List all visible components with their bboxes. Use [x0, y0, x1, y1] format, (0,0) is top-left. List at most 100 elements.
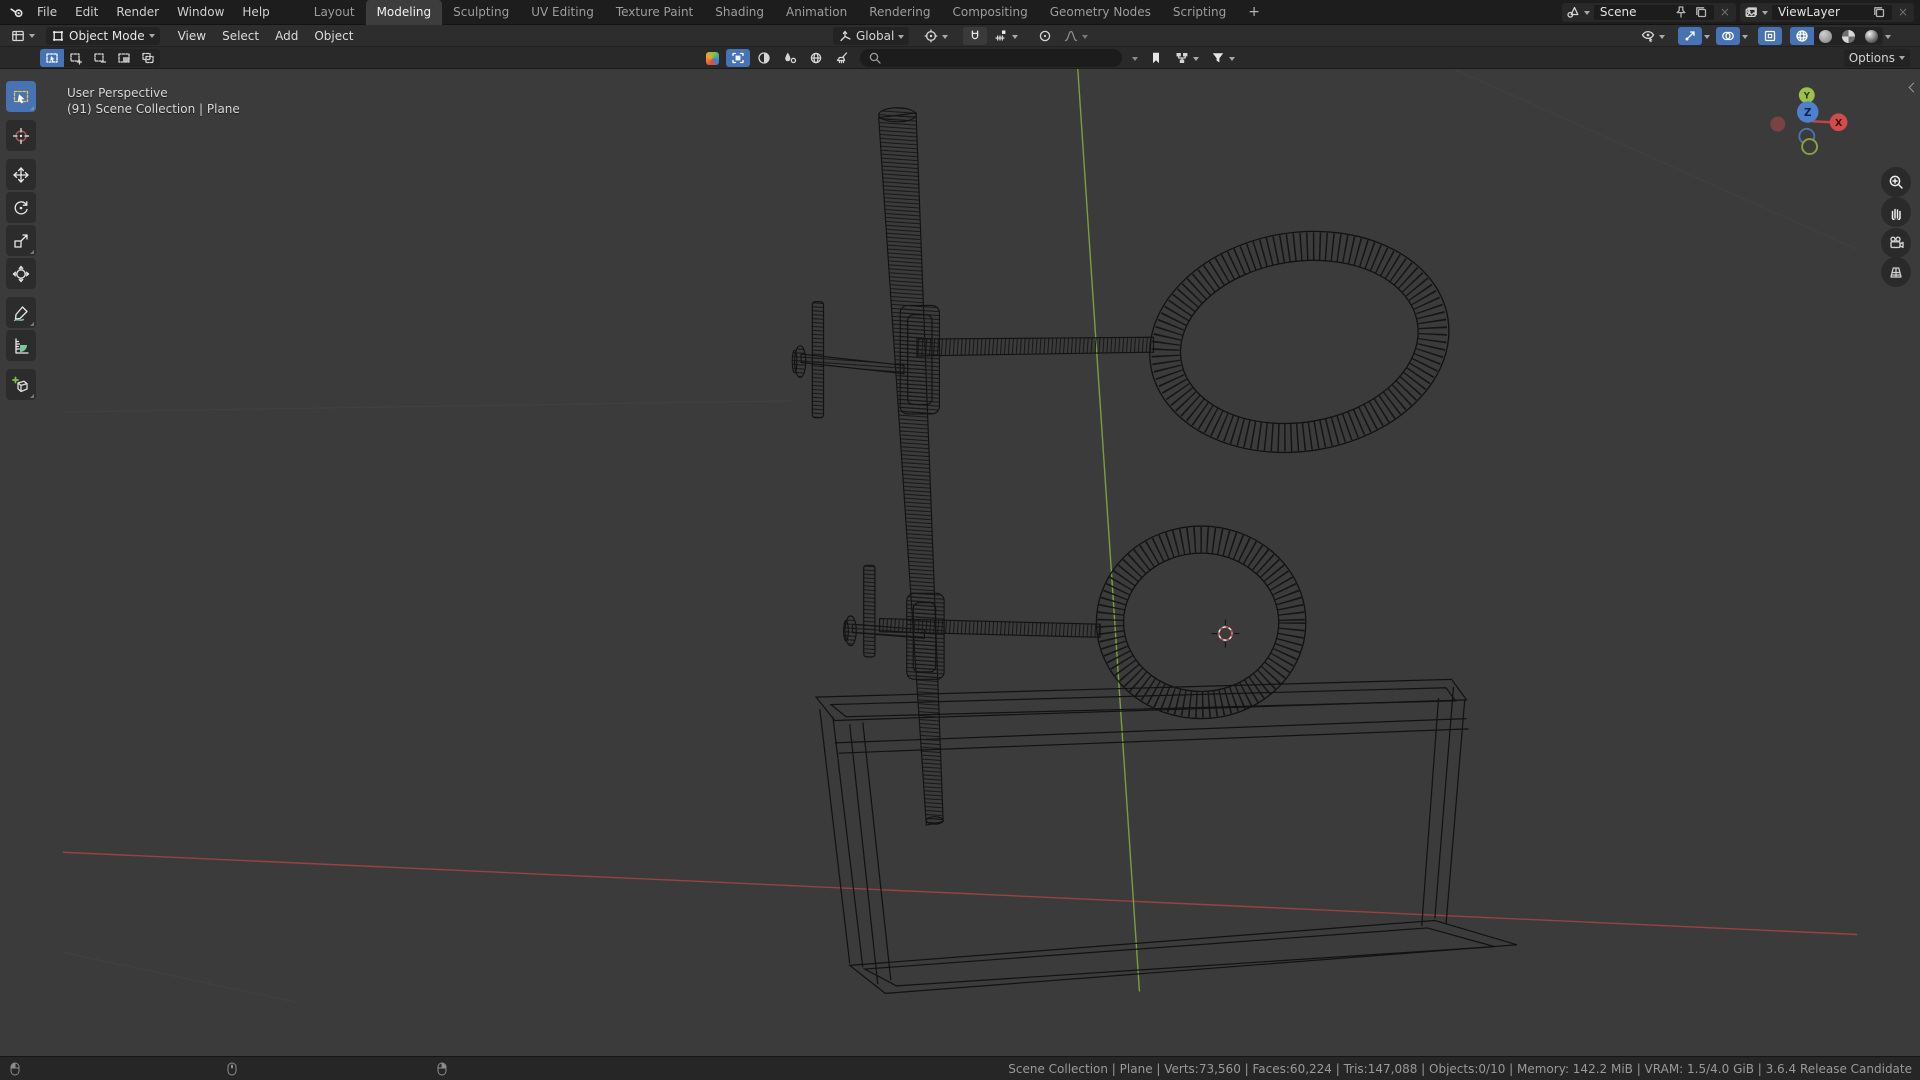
menu-select[interactable]: Select	[214, 27, 267, 45]
select-mode-intersect-button[interactable]	[136, 48, 160, 67]
bookmark-button[interactable]	[1144, 49, 1168, 67]
blender-logo-icon[interactable]	[6, 3, 28, 21]
tab-shading[interactable]: Shading	[704, 0, 775, 25]
proportional-editing-toggle[interactable]	[1033, 27, 1057, 45]
select-mode-set-button[interactable]	[40, 48, 64, 67]
tab-sculpting[interactable]: Sculpting	[442, 0, 520, 25]
menu-add[interactable]: Add	[267, 27, 306, 45]
options-label: Options	[1848, 50, 1895, 65]
menu-window[interactable]: Window	[168, 3, 233, 21]
move-icon	[12, 166, 30, 184]
options-dropdown[interactable]: Options	[1843, 48, 1910, 67]
tool-scale[interactable]	[6, 225, 36, 256]
filter-world-button[interactable]	[804, 49, 828, 67]
new-copy-icon[interactable]	[1694, 5, 1708, 19]
pivot-point-dropdown[interactable]	[919, 27, 953, 45]
filter-icosphere-button[interactable]	[701, 49, 724, 67]
toggle-perspective-button[interactable]	[1881, 257, 1911, 287]
navigation-gizmo[interactable]: Y Z X	[1770, 87, 1848, 155]
xray-toggle[interactable]	[1758, 27, 1782, 45]
tab-compositing[interactable]: Compositing	[941, 0, 1038, 25]
measure-icon	[12, 337, 30, 355]
shading-dropdown-icon[interactable]	[1885, 34, 1891, 42]
subtool-corner	[30, 106, 34, 110]
add-workspace-button[interactable]: +	[1237, 0, 1271, 25]
show-gizmo-toggle[interactable]	[1678, 27, 1702, 45]
scene-name: Scene	[1599, 5, 1637, 19]
new-copy-icon[interactable]	[1872, 5, 1886, 19]
proportional-falloff-dropdown[interactable]	[1059, 27, 1093, 45]
menu-render[interactable]: Render	[107, 3, 168, 21]
view-layer-selector[interactable]: ViewLayer ×	[1739, 2, 1914, 22]
select-mode-extend-button[interactable]	[64, 48, 88, 67]
tab-uv-editing[interactable]: UV Editing	[520, 0, 605, 25]
tab-scripting[interactable]: Scripting	[1162, 0, 1237, 25]
overlays-dropdown-icon[interactable]	[1742, 34, 1748, 42]
subtool-corner	[30, 394, 34, 398]
gizmo-axis-x-neg[interactable]	[1770, 116, 1786, 132]
display-mode-dropdown[interactable]	[1170, 49, 1204, 67]
large-ring	[1149, 230, 1450, 454]
camera-view-button[interactable]	[1881, 228, 1911, 258]
menu-file[interactable]: File	[28, 3, 66, 21]
snap-settings-dropdown[interactable]	[989, 27, 1023, 45]
chevron-down-icon	[1659, 34, 1665, 42]
zoom-button[interactable]	[1881, 167, 1911, 197]
gizmo-axis-y-neg[interactable]	[1801, 138, 1819, 155]
show-overlays-toggle[interactable]	[1716, 27, 1740, 45]
shading-solid-button[interactable]	[1814, 27, 1837, 45]
gizmo-label-y: Y	[1803, 90, 1811, 100]
tool-measure[interactable]	[6, 330, 36, 361]
shading-material-button[interactable]	[1837, 27, 1860, 45]
pan-button[interactable]	[1881, 197, 1911, 227]
select-mode-invert-button[interactable]	[112, 48, 136, 67]
snap-toggle[interactable]	[963, 27, 988, 45]
tab-geometry-nodes[interactable]: Geometry Nodes	[1039, 0, 1162, 25]
mode-selector[interactable]: Object Mode	[46, 26, 160, 45]
upper-clamp	[791, 301, 940, 419]
tool-rotate[interactable]	[6, 192, 36, 223]
tool-cursor[interactable]	[6, 120, 36, 151]
editor-type-button[interactable]	[6, 27, 40, 45]
material-sphere-icon	[1842, 29, 1855, 43]
tab-modeling[interactable]: Modeling	[365, 0, 443, 25]
filter-dropdown[interactable]	[1206, 49, 1240, 67]
tab-layout[interactable]: Layout	[303, 0, 366, 25]
remove-view-layer-button[interactable]: ×	[1896, 5, 1910, 19]
menu-edit[interactable]: Edit	[66, 3, 107, 21]
pivot-point-icon	[924, 29, 938, 43]
expand-panel-icon[interactable]	[1132, 56, 1138, 64]
filter-cleanup-button[interactable]	[830, 49, 854, 67]
transform-orientation-dropdown[interactable]: Global	[833, 27, 910, 45]
tab-texture-paint[interactable]: Texture Paint	[605, 0, 704, 25]
scene-name-field[interactable]: Scene	[1593, 4, 1714, 20]
filter-texture-space-button[interactable]	[726, 49, 750, 67]
small-ring	[1095, 525, 1307, 720]
tool-move[interactable]	[6, 159, 36, 190]
scene-selector[interactable]: Scene ×	[1561, 2, 1736, 22]
tool-annotate[interactable]	[6, 297, 36, 328]
tool-select-box[interactable]	[6, 81, 36, 112]
filter-particles-button[interactable]	[778, 49, 802, 67]
shading-wireframe-button[interactable]	[1790, 27, 1814, 45]
tool-add-cube[interactable]	[6, 369, 36, 400]
object-visibility-dropdown[interactable]	[1636, 27, 1670, 45]
menu-object[interactable]: Object	[306, 27, 361, 45]
view-layer-name-field[interactable]: ViewLayer	[1771, 4, 1892, 20]
filter-shading-button[interactable]	[752, 49, 776, 67]
gizmo-dropdown-icon[interactable]	[1704, 34, 1710, 42]
search-input[interactable]	[860, 49, 1122, 67]
shading-rendered-button[interactable]	[1860, 27, 1883, 45]
select-mode-subtract-button[interactable]	[88, 48, 112, 67]
unlink-scene-button[interactable]: ×	[1718, 5, 1732, 19]
viewport-header: Object Mode View Select Add Object Globa…	[0, 25, 1920, 47]
sidebar-collapse-icon[interactable]	[1907, 83, 1917, 93]
filter-funnel-icon	[1212, 53, 1224, 63]
viewport-canvas[interactable]: Y Z X User Perspective (91) Scene Collec…	[0, 69, 1920, 1056]
tool-transform[interactable]	[6, 258, 36, 289]
tab-animation[interactable]: Animation	[775, 0, 858, 25]
menu-help[interactable]: Help	[233, 3, 278, 21]
pin-icon[interactable]	[1674, 5, 1688, 19]
tab-rendering[interactable]: Rendering	[858, 0, 941, 25]
menu-view[interactable]: View	[170, 27, 214, 45]
